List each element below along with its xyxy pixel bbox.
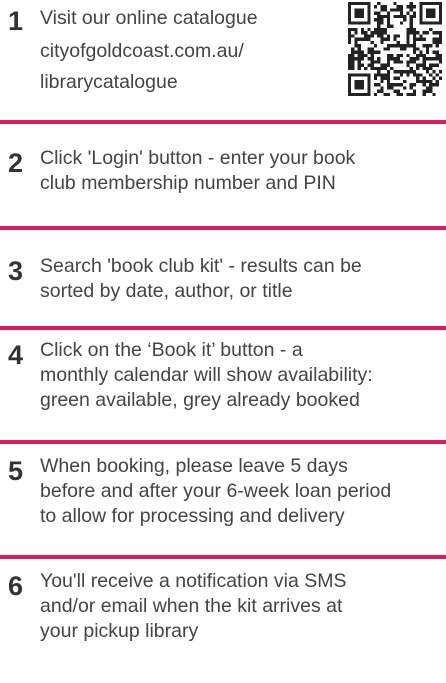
step-line: Click 'Login' button - enter your book (40, 147, 356, 169)
step-text: You'll receive a notification via SMS an… (40, 569, 347, 644)
section-divider (0, 226, 446, 230)
step-line: When booking, please leave 5 days (40, 455, 348, 477)
step-text: Search 'book club kit' - results can be … (40, 254, 362, 304)
step-line: sorted by date, author, or title (40, 280, 293, 302)
section-divider (0, 555, 446, 559)
qr-code-icon (348, 2, 442, 96)
step-number: 2 (8, 148, 24, 178)
section-divider (0, 440, 446, 444)
step-line: and/or email when the kit arrives at (40, 595, 343, 617)
step-line: Search 'book club kit' - results can be (40, 255, 362, 277)
step-line: to allow for processing and delivery (40, 505, 345, 527)
step-number: 3 (8, 256, 24, 286)
step-number: 5 (8, 456, 24, 486)
step-line: Visit our online catalogue (40, 7, 258, 29)
step-number: 6 (8, 571, 24, 601)
catalogue-url-line: cityofgoldcoast.com.au/ (40, 40, 244, 62)
step-number: 4 (8, 340, 24, 370)
step-line: green available, grey already booked (40, 389, 360, 411)
step-number: 1 (8, 6, 24, 36)
section-divider (0, 120, 446, 124)
step-line: You'll receive a notification via SMS (40, 570, 347, 592)
step-line: Click on the ‘Book it’ button - a (40, 339, 303, 361)
step-text: When booking, please leave 5 days before… (40, 454, 391, 529)
section-divider (0, 326, 446, 330)
step-text: Visit our online catalogue cityofgoldcoa… (40, 6, 258, 95)
step-line: before and after your 6-week loan period (40, 480, 392, 502)
step-line: your pickup library (40, 620, 199, 642)
step-text: Click on the ‘Book it’ button - a monthl… (40, 338, 373, 413)
step-text: Click 'Login' button - enter your book c… (40, 146, 355, 196)
step-line: club membership number and PIN (40, 172, 336, 194)
catalogue-url-line: librarycatalogue (40, 71, 178, 93)
step-line: monthly calendar will show availability: (40, 364, 373, 386)
